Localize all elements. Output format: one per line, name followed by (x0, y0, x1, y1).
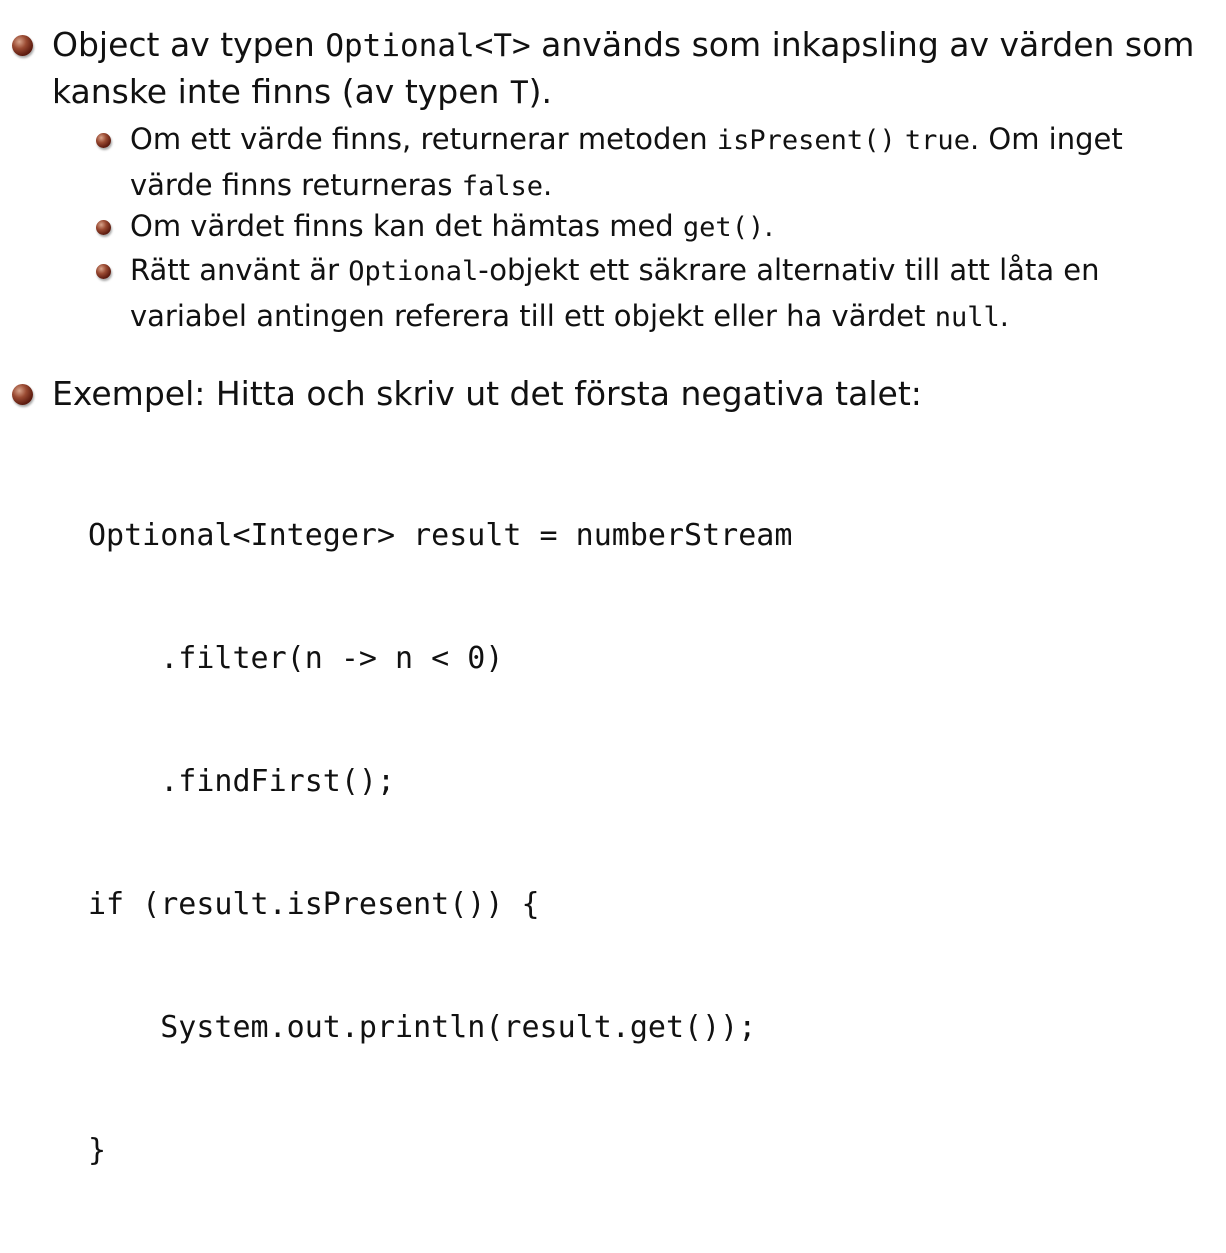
code-line: } (88, 1133, 107, 1168)
bullet-line: kanske inte finns (av typen T). (52, 69, 1194, 116)
text-span: . (764, 209, 774, 243)
bullet-line: Om värdet finns kan det hämtas med get()… (130, 204, 773, 250)
code-block: Optional<Integer> result = numberStream … (88, 433, 792, 1253)
text-span: Om ett värde finns, returnerar metoden (130, 122, 717, 156)
inline-code: false (461, 171, 543, 202)
text-span: används som inkapsling av värden som (530, 25, 1195, 64)
text-span: ). (528, 72, 552, 111)
text-span: . (542, 168, 553, 202)
code-line: System.out.println(result.get()); (88, 1010, 757, 1045)
bullet-icon (12, 384, 33, 405)
slide: Object av typen Optional<T> används som … (0, 0, 1226, 1168)
inline-code: Optional (348, 256, 479, 287)
text-span: Object av typen (52, 25, 326, 64)
bullet-icon (12, 35, 33, 56)
code-line: if (result.isPresent()) { (88, 887, 540, 922)
bullet-line: Om ett värde finns, returnerar metoden i… (130, 117, 1123, 163)
inline-code: null (934, 302, 1000, 333)
bullet-icon (96, 133, 111, 148)
text-span: -objekt ett säkrare alternativ till att … (478, 253, 1100, 287)
text-span: variabel antingen referera till ett obje… (130, 299, 935, 333)
inline-code: isPresent() (716, 125, 896, 156)
code-line: .filter(n -> n < 0) (88, 641, 504, 676)
subbullet-is-present: Om ett värde finns, returnerar metoden i… (96, 117, 1123, 209)
bullet-optional-intro: Object av typen Optional<T> används som … (12, 22, 1194, 116)
inline-code: true (904, 125, 970, 156)
bullet-line: Rätt använt är Optional-objekt ett säkra… (130, 248, 1100, 294)
text-span: Om värdet finns kan det hämtas med (130, 209, 683, 243)
bullet-icon (96, 264, 111, 279)
bullet-line: Exempel: Hitta och skriv ut det första n… (52, 374, 922, 413)
bullet-line: värde finns returneras false. (130, 163, 1123, 209)
bullet-line: variabel antingen referera till ett obje… (130, 294, 1100, 340)
text-span: Rätt använt är (130, 253, 349, 287)
bullet-icon (96, 220, 111, 235)
text-span: kanske inte finns (av typen (52, 72, 510, 111)
text-span: värde finns returneras (130, 168, 462, 202)
code-line: Optional<Integer> result = numberStream (88, 518, 793, 553)
text-span: . (999, 299, 1009, 333)
text-span: . Om inget (969, 122, 1123, 156)
subbullet-safer-alternative: Rätt använt är Optional-objekt ett säkra… (96, 248, 1100, 340)
text-span (896, 122, 905, 156)
bullet-example: Exempel: Hitta och skriv ut det första n… (12, 371, 922, 416)
bullet-line: Object av typen Optional<T> används som … (52, 22, 1194, 69)
inline-code: get() (682, 212, 765, 243)
code-line: .findFirst(); (88, 764, 396, 799)
inline-code: T (509, 75, 529, 111)
subbullet-get-value: Om värdet finns kan det hämtas med get()… (96, 204, 773, 250)
inline-code: Optional<T> (325, 28, 531, 64)
